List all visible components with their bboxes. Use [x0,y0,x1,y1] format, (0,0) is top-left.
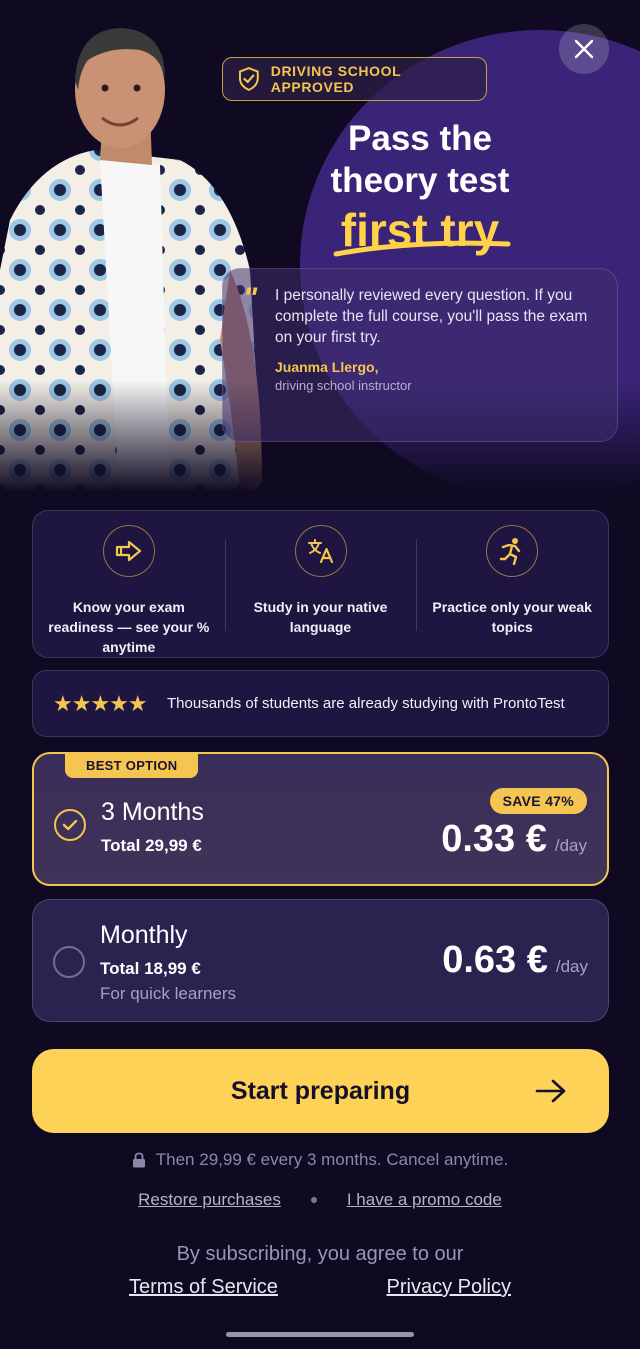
start-preparing-button[interactable]: Start preparing [32,1049,609,1133]
start-preparing-label: Start preparing [230,1076,411,1105]
plan-monthly-price: 0.63 € /day [442,939,588,982]
headline-line-1: Pass the [348,119,492,158]
headline-underline [333,240,511,257]
plan-monthly[interactable]: Monthly Total 18,99 € For quick learners… [32,899,609,1022]
feature-language-label: Study in your native language [253,599,388,635]
feature-weak-topics: Practice only your weak topics [416,511,608,657]
feature-icon-circle [102,525,155,577]
feature-icon-circle [486,525,539,577]
close-button[interactable] [559,24,609,74]
close-icon [574,39,594,59]
subscription-agreement: By subscribing, you agree to our [176,1243,464,1265]
arrow-right-icon [535,1079,566,1103]
plan-monthly-price-unit: /day [555,957,588,976]
runner-icon [499,538,521,565]
plan-3-months[interactable]: BEST OPTION 3 Months Total 29,99 € SAVE … [32,752,609,886]
secondary-links: Restore purchases I have a promo code [0,1190,640,1210]
plan-3-months-radio[interactable] [54,809,86,841]
plan-3-months-price: 0.33 € /day [441,818,587,861]
check-icon [62,819,78,831]
approved-badge: DRIVING SCHOOL APPROVED [222,57,487,101]
lock-icon [132,1152,145,1168]
feature-readiness: Know your exam readiness — see your % an… [33,511,225,657]
home-indicator [226,1332,414,1337]
plan-3-months-price-unit: /day [554,836,587,855]
plan-3-months-price-amount: 0.33 € [441,818,547,860]
social-proof: ★★★★★ Thousands of students are already … [32,670,609,737]
plan-monthly-price-amount: 0.63 € [442,939,548,981]
plan-3-months-total: Total 29,99 € [101,836,202,855]
plan-3-months-name: 3 Months [101,798,204,826]
quote-mark-icon: " [243,282,258,315]
plan-monthly-name: Monthly [100,921,188,949]
translate-icon [307,539,333,564]
restore-purchases-link[interactable]: Restore purchases [138,1190,281,1210]
plan-monthly-note: For quick learners [100,984,237,1003]
privacy-policy-link[interactable]: Privacy Policy [387,1276,511,1299]
plan-monthly-total: Total 18,99 € [100,959,201,978]
save-badge: SAVE 47% [489,788,587,814]
testimonial-text: I personally reviewed every question. If… [275,287,588,346]
approved-badge-label: DRIVING SCHOOL APPROVED [270,63,401,95]
headline-line-2: theory test [330,161,510,200]
feature-language: Study in your native language [224,511,417,657]
renewal-text: Then 29,99 € every 3 months. Cancel anyt… [155,1150,509,1169]
promo-code-link[interactable]: I have a promo code [347,1190,502,1210]
renewal-info: Then 29,99 € every 3 months. Cancel anyt… [0,1150,640,1170]
plan-monthly-radio[interactable] [53,946,85,978]
testimonial-author: Juanma Llergo, [275,359,379,375]
terms-of-service-link[interactable]: Terms of Service [129,1276,278,1299]
features-card: Know your exam readiness — see your % an… [32,510,609,658]
separator-dot [310,1197,317,1203]
feature-icon-circle [294,525,347,577]
testimonial-card: " I personally reviewed every question. … [222,268,618,442]
testimonial-role: driving school instructor [275,378,412,393]
best-option-tag: BEST OPTION [65,753,199,778]
social-proof-text: Thousands of students are already studyi… [167,694,565,712]
feature-weak-topics-label: Practice only your weak topics [432,599,592,635]
legal-links: Terms of Service Privacy Policy [129,1276,511,1299]
arrow-right-icon [115,540,141,562]
feature-readiness-label: Know your exam readiness — see your % an… [48,599,210,655]
paywall-screen: DRIVING SCHOOL APPROVED Pass the theory … [0,0,640,1349]
rating-stars-icon: ★★★★★ [53,690,148,716]
shield-check-icon [238,67,259,91]
